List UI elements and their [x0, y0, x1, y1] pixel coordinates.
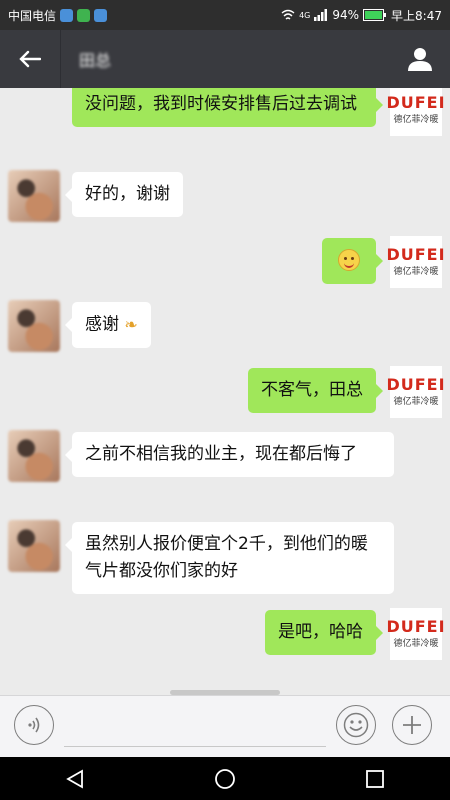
- notification-icon: [60, 8, 74, 22]
- contact-avatar[interactable]: [8, 430, 60, 482]
- app-notification-icon: [94, 8, 108, 22]
- logo-subtitle: 德亿菲冷暖: [393, 396, 439, 407]
- battery-icon: [363, 9, 387, 21]
- video-app-icon: [77, 8, 91, 22]
- my-avatar[interactable]: DUFEI 德亿菲冷暖: [386, 608, 445, 660]
- nav-recents-icon: [366, 769, 384, 788]
- dufei-logo: DUFEI: [386, 374, 446, 394]
- contact-avatar[interactable]: [8, 520, 60, 572]
- message-text: 之前不相信我的业主，现在都后悔了: [85, 444, 357, 464]
- voice-icon: [28, 717, 40, 733]
- my-avatar[interactable]: DUFEI 德亿菲冷暖: [386, 88, 445, 136]
- contact-avatar[interactable]: [8, 170, 60, 222]
- message-bubble-incoming[interactable]: 虽然别人报价便宜个2千，到他们的暖气片都没你们家的好: [65, 522, 394, 594]
- message-list[interactable]: 没问题，我到时候安排售后过去调试 DUFEI 德亿菲冷暖 好的，谢谢 DUFEI…: [0, 88, 450, 695]
- my-avatar[interactable]: DUFEI 德亿菲冷暖: [386, 366, 445, 418]
- voice-button[interactable]: [14, 705, 54, 745]
- contact-name: 田总: [79, 51, 112, 70]
- message-input[interactable]: [64, 706, 326, 747]
- chat-info-button[interactable]: [390, 30, 450, 88]
- dufei-logo: DUFEI: [386, 244, 446, 264]
- nav-back-icon: [66, 768, 83, 789]
- message-text: 好的，谢谢: [85, 184, 170, 204]
- nav-recents-button[interactable]: [345, 757, 405, 800]
- message-bubble-incoming[interactable]: 好的，谢谢: [65, 172, 183, 217]
- logo-subtitle: 德亿菲冷暖: [393, 266, 439, 277]
- dufei-logo: DUFEI: [386, 616, 446, 636]
- system-nav-bar: [0, 757, 450, 800]
- emoji-button[interactable]: [336, 705, 376, 745]
- message-text: 虽然别人报价便宜个2千，到他们的暖气片都没你们家的好: [85, 534, 368, 581]
- message-bubble-outgoing[interactable]: [322, 238, 383, 284]
- back-button[interactable]: [0, 30, 61, 88]
- person-icon: [408, 48, 432, 71]
- more-button[interactable]: [392, 705, 432, 745]
- message-bubble-outgoing[interactable]: 没问题，我到时候安排售后过去调试: [72, 88, 383, 127]
- smile-emoji-icon: [338, 249, 360, 271]
- logo-subtitle: 德亿菲冷暖: [393, 114, 439, 125]
- network-type: 4G: [299, 10, 311, 20]
- message-bubble-incoming[interactable]: 之前不相信我的业主，现在都后悔了: [65, 432, 394, 477]
- message-text: 感谢: [85, 314, 119, 335]
- dufei-logo: DUFEI: [386, 92, 446, 112]
- message-text: 没问题，我到时候安排售后过去调试: [85, 94, 357, 114]
- contact-avatar[interactable]: [8, 300, 60, 352]
- clock: 早上8:47: [391, 8, 442, 23]
- my-avatar[interactable]: DUFEI 德亿菲冷暖: [386, 236, 445, 288]
- message-bubble-outgoing[interactable]: 不客气，田总: [248, 368, 383, 413]
- message-bubble-incoming[interactable]: 感谢 ❧: [65, 302, 151, 348]
- signal-icon: [314, 9, 328, 21]
- message-text: 是吧，哈哈: [278, 622, 363, 642]
- arrow-left-icon: [19, 50, 41, 68]
- battery-percent: 94%: [332, 8, 360, 22]
- chat-header: 田总: [0, 30, 450, 88]
- plus-icon: [403, 716, 421, 734]
- message-text: 不客气，田总: [261, 380, 363, 400]
- nav-back-button[interactable]: [45, 757, 105, 800]
- status-bar: 中国电信 4G 94% 早上8:47: [0, 0, 450, 30]
- wifi-icon: [281, 9, 295, 20]
- nav-home-button[interactable]: [195, 757, 255, 800]
- praying-hands-emoji-icon: ❧: [124, 315, 138, 334]
- carrier-label: 中国电信: [8, 8, 57, 23]
- emoji-icon: [343, 712, 369, 738]
- nav-home-icon: [215, 768, 235, 789]
- input-bar: [0, 695, 450, 757]
- message-bubble-outgoing[interactable]: 是吧，哈哈: [265, 610, 383, 655]
- logo-subtitle: 德亿菲冷暖: [393, 638, 439, 649]
